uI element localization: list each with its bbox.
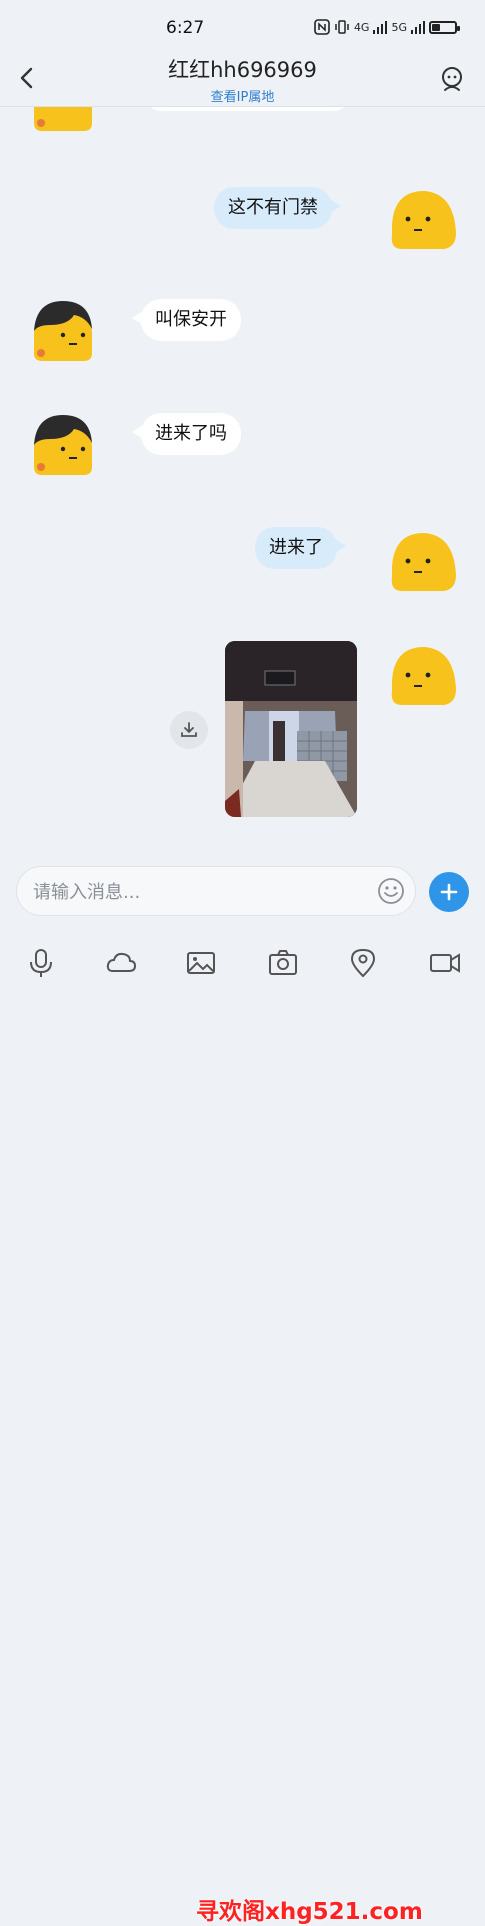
- contact-avatar[interactable]: [28, 409, 98, 479]
- chat-header: 红红hh696969 查看IP属地: [0, 52, 485, 107]
- microphone-icon[interactable]: [24, 946, 58, 980]
- message-list[interactable]: 这不有门禁 叫保安开 进来了吗 进来了: [0, 107, 485, 855]
- my-message-bubble[interactable]: 这不有门禁: [214, 187, 341, 229]
- plus-icon: [440, 883, 458, 901]
- system-icons: 4G 5G: [314, 16, 460, 38]
- my-avatar[interactable]: [388, 641, 458, 711]
- battery-level: [432, 23, 441, 31]
- emoji-icon[interactable]: [377, 877, 405, 905]
- message-input-bar: [16, 866, 416, 917]
- network-4g-label: 4G: [353, 20, 370, 34]
- cloud-icon[interactable]: [104, 946, 138, 980]
- status-bar: 6:27 4G 5G: [0, 0, 485, 52]
- contact-avatar[interactable]: [28, 295, 98, 365]
- contact-avatar[interactable]: [28, 107, 98, 135]
- profile-icon[interactable]: [437, 64, 467, 94]
- partial-message-bubble: [145, 107, 350, 111]
- download-icon: [181, 722, 197, 737]
- status-time: 6:27: [166, 18, 205, 38]
- my-message-bubble[interactable]: 进来了: [255, 527, 346, 569]
- plus-button[interactable]: [429, 872, 469, 912]
- nfc-icon: [314, 19, 330, 35]
- page-title: 红红hh696969: [168, 58, 317, 82]
- watermark-text: 寻欢阁xhg521.com: [196, 1899, 423, 1925]
- bottom-toolbar: 寻欢阁xhg521.com: [0, 940, 485, 1925]
- contact-message-bubble[interactable]: 进来了吗: [132, 413, 241, 455]
- network-5g-label: 5G: [391, 20, 407, 34]
- download-button[interactable]: [170, 711, 208, 749]
- signal-icon: [373, 21, 388, 34]
- battery-icon: [429, 20, 460, 34]
- video-icon[interactable]: [428, 946, 462, 980]
- view-ip-location-link[interactable]: 查看IP属地: [0, 86, 485, 105]
- my-avatar[interactable]: [388, 185, 458, 255]
- my-avatar[interactable]: [388, 527, 458, 597]
- camera-icon[interactable]: [266, 946, 300, 980]
- image-message[interactable]: [225, 641, 357, 817]
- location-icon[interactable]: [346, 946, 380, 980]
- contact-message-bubble[interactable]: 叫保安开: [132, 299, 241, 341]
- image-icon[interactable]: [184, 946, 218, 980]
- vibrate-icon: [335, 20, 349, 34]
- signal-icon-2: [411, 21, 425, 34]
- message-input[interactable]: [31, 867, 355, 917]
